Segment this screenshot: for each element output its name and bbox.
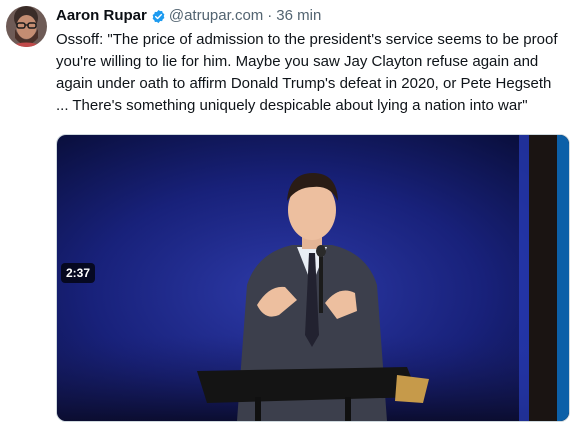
post-text: Ossoff: "The price of admission to the p…: [56, 31, 558, 114]
avatar-image: [6, 6, 47, 47]
author-avatar[interactable]: [6, 6, 47, 47]
video-thumbnail: [57, 135, 569, 421]
separator-dot: ·: [267, 7, 273, 24]
post-timestamp[interactable]: 36 min: [276, 6, 321, 26]
video-player[interactable]: [56, 134, 570, 422]
post-header: Aaron Rupar @atrupar.com · 36 min: [56, 6, 321, 26]
author-name[interactable]: Aaron Rupar: [56, 6, 147, 26]
verified-check-icon: [151, 9, 166, 24]
author-handle[interactable]: @atrupar.com: [169, 6, 263, 26]
video-duration: 2:37: [61, 263, 96, 283]
